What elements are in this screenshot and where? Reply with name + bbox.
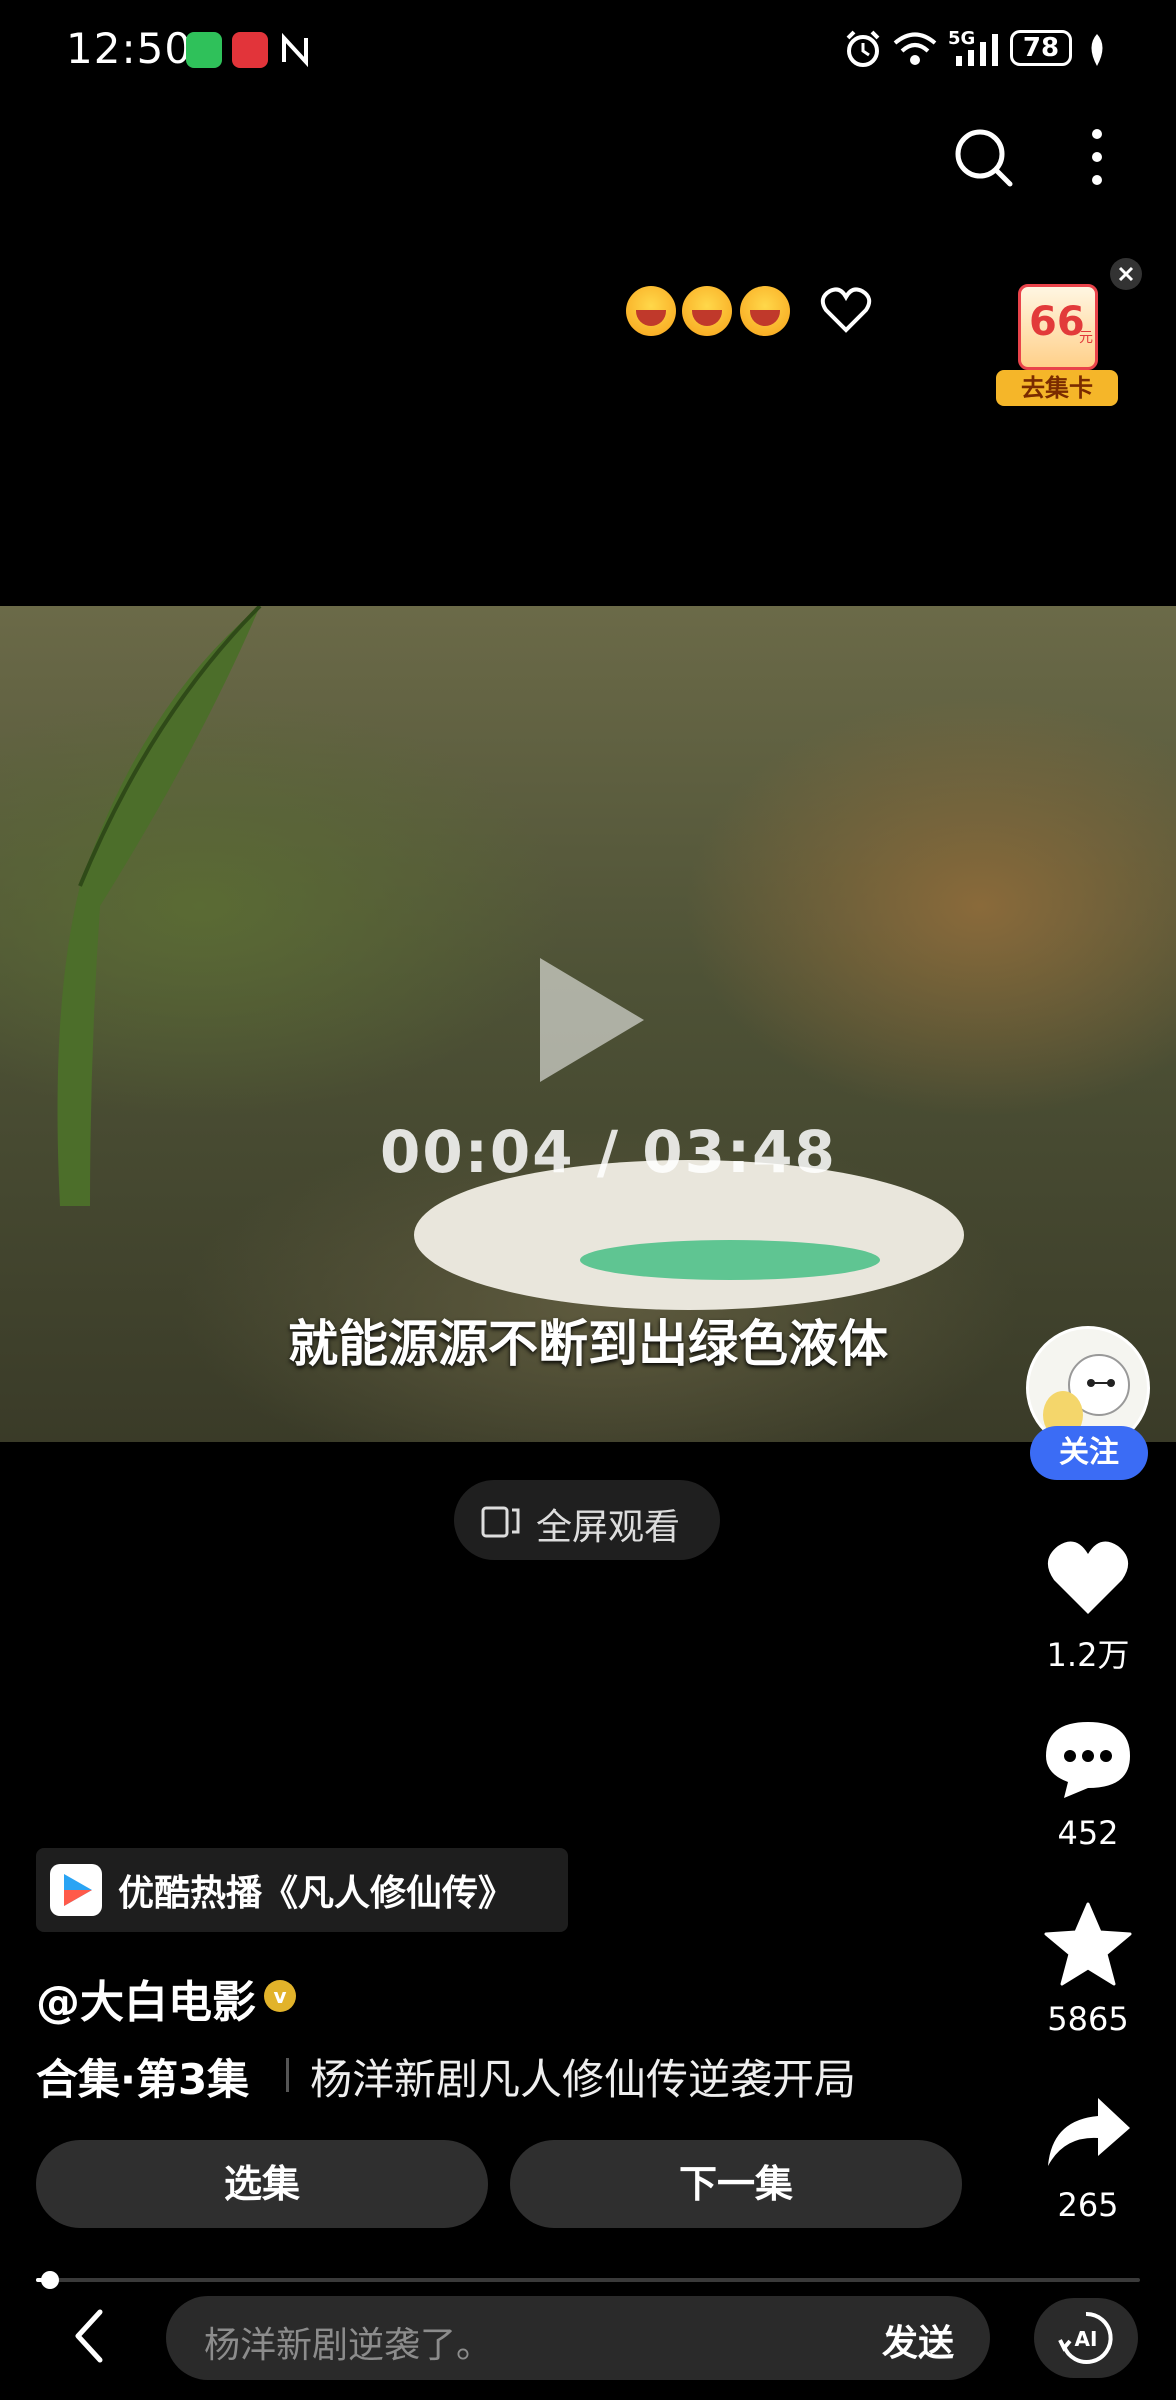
signal-icon — [956, 34, 998, 66]
comment-placeholder: 杨洋新剧逆袭了。 — [204, 2325, 493, 2366]
follow-button[interactable]: 关注 — [1030, 1426, 1148, 1480]
laughing-emoji-icon — [626, 286, 676, 336]
favorite-star-icon[interactable] — [1044, 1902, 1132, 1986]
nfc-icon — [282, 32, 308, 68]
video-description: 杨洋新剧凡人修仙传逆袭开局 — [310, 2055, 857, 2104]
series-link[interactable]: 优酷热播《凡人修仙传》 — [36, 1848, 568, 1932]
alarm-icon — [846, 30, 880, 67]
time-separator: / — [596, 1118, 621, 1186]
video-time: 00:04 / 03:48 — [380, 1118, 837, 1186]
leaf-plant-decoration — [57, 606, 262, 1206]
promo-amount: 66 — [1029, 299, 1085, 345]
author-name[interactable]: @大白电影 — [36, 1966, 256, 2030]
heart-outline-icon[interactable] — [820, 286, 872, 334]
series-title: 优酷热播《凡人修仙传》 — [118, 1873, 515, 1914]
status-bar: 12:50 5G 78 — [0, 0, 1176, 100]
progress-knob[interactable] — [41, 2271, 59, 2289]
video-progress-bar[interactable] — [36, 2271, 1140, 2289]
promo-label: 去集卡 — [996, 370, 1118, 406]
promo-unit: 元 — [1079, 330, 1093, 346]
search-icon[interactable] — [948, 122, 1018, 192]
close-icon[interactable] — [1108, 256, 1144, 292]
separator — [286, 2058, 289, 2092]
laughing-emoji-icon — [682, 286, 732, 336]
play-icon[interactable] — [540, 958, 644, 1082]
video-subtitle: 就能源源不断到出绿色液体 — [288, 1315, 888, 1373]
favorites-count: 5865 — [1047, 2000, 1129, 2038]
laughing-emoji-icon — [740, 286, 790, 336]
comments-count: 452 — [1057, 1814, 1119, 1852]
next-episode-button[interactable]: 下一集 — [510, 2140, 962, 2228]
comment-input[interactable]: 杨洋新剧逆袭了。 发送 — [166, 2296, 990, 2380]
total-time: 03:48 — [642, 1118, 837, 1186]
leaf-icon — [1091, 34, 1103, 66]
share-arrow-icon[interactable] — [1044, 2094, 1132, 2170]
select-episode-button[interactable]: 选集 — [36, 2140, 488, 2228]
ai-icon: AI — [1058, 2311, 1113, 2364]
collection-label[interactable]: 合集·第3集 — [36, 2046, 249, 2107]
rotate-screen-icon — [481, 1506, 520, 1538]
like-heart-icon[interactable] — [1044, 1538, 1132, 1618]
collect-card-promo[interactable]: 66 元 去集卡 — [990, 278, 1120, 408]
back-arrow-icon[interactable] — [62, 2306, 122, 2366]
battery-indicator: 78 — [1010, 30, 1072, 66]
youku-logo-icon — [50, 1864, 102, 1916]
ai-label: AI — [1075, 2327, 1098, 2351]
wechat-icon — [186, 32, 222, 68]
fullscreen-button[interactable]: 全屏观看 — [454, 1480, 720, 1560]
app-notification-icon — [232, 32, 268, 68]
shares-count: 265 — [1057, 2186, 1119, 2224]
fullscreen-label: 全屏观看 — [536, 1507, 681, 1548]
current-time: 00:04 — [380, 1118, 575, 1186]
more-vertical-icon[interactable] — [1062, 122, 1132, 192]
ai-assistant-button[interactable]: AI — [1034, 2298, 1138, 2378]
send-button[interactable]: 发送 — [882, 2314, 954, 2366]
wifi-icon — [893, 32, 937, 65]
green-liquid-image — [580, 1240, 880, 1280]
likes-count: 1.2万 — [1046, 1636, 1130, 1674]
verified-badge-icon: v — [264, 1980, 296, 2012]
comment-bubble-icon[interactable] — [1044, 1718, 1132, 1800]
status-time: 12:50 — [66, 24, 193, 73]
promo-card: 66 元 — [1018, 284, 1098, 370]
